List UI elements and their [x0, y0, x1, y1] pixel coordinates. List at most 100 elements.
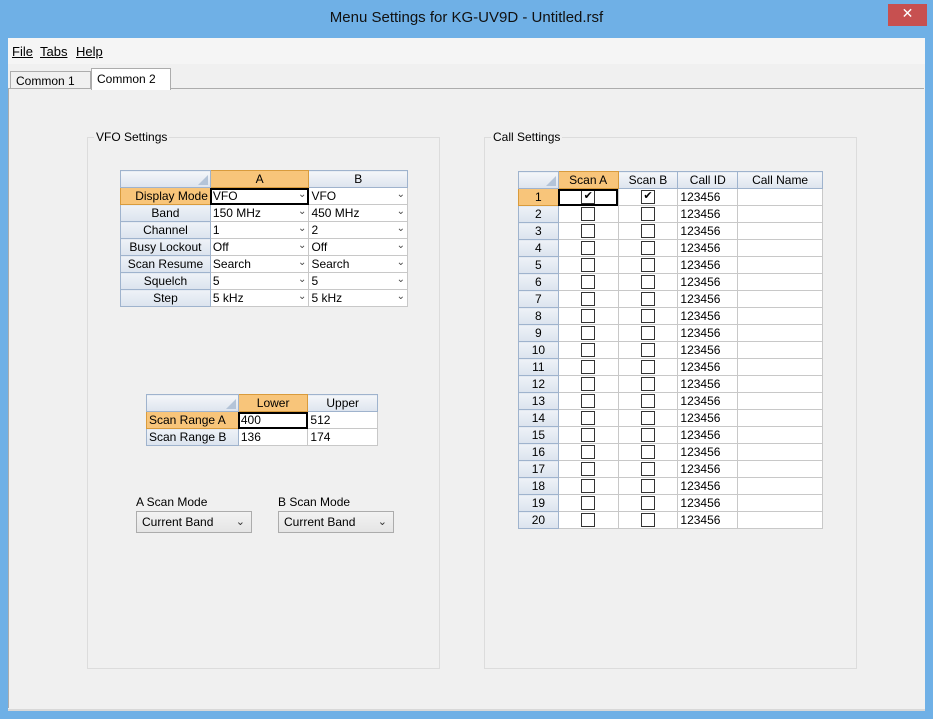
checkbox[interactable]	[581, 479, 596, 494]
call-name-cell[interactable]	[737, 222, 823, 240]
call-scan-b-cell[interactable]	[617, 443, 679, 461]
vfo-band-b[interactable]: 450 MHz ⌄	[308, 204, 408, 222]
call-col-call-name-header[interactable]: Call Name	[737, 171, 823, 189]
checkbox[interactable]	[640, 241, 655, 256]
call-scan-b-cell[interactable]: ✔	[617, 188, 679, 206]
call-name-cell[interactable]	[737, 256, 823, 274]
checkbox[interactable]	[581, 326, 596, 341]
checkbox[interactable]	[581, 513, 596, 528]
call-scan-a-cell[interactable]	[557, 375, 619, 393]
call-row-number[interactable]: 19	[518, 494, 559, 512]
vfo-channel-b[interactable]: 2 ⌄	[308, 221, 408, 239]
call-name-cell[interactable]	[737, 239, 823, 257]
scan-range-grid-corner[interactable]	[146, 394, 239, 412]
call-name-cell[interactable]	[737, 205, 823, 223]
checkbox[interactable]	[581, 309, 596, 324]
chevron-down-icon[interactable]: ⌄	[397, 274, 405, 285]
call-row-number[interactable]: 7	[518, 290, 559, 308]
checkbox[interactable]	[640, 496, 655, 511]
call-scan-a-cell[interactable]	[557, 239, 619, 257]
tab-common-2[interactable]: Common 2	[91, 68, 171, 90]
vfo-channel-a[interactable]: 1 ⌄	[209, 221, 310, 239]
call-scan-a-cell[interactable]	[557, 494, 619, 512]
call-row-number[interactable]: 1	[518, 188, 559, 206]
chevron-down-icon[interactable]: ⌄	[397, 257, 405, 268]
vfo-squelch-b[interactable]: 5 ⌄	[308, 272, 408, 290]
tab-common-1[interactable]: Common 1	[10, 71, 91, 89]
vfo-grid-corner[interactable]	[120, 170, 211, 188]
checkbox[interactable]	[640, 513, 655, 528]
call-name-cell[interactable]	[737, 426, 823, 444]
checkbox[interactable]	[581, 394, 596, 409]
checkbox[interactable]	[581, 428, 596, 443]
chevron-down-icon[interactable]: ⌄	[298, 206, 306, 217]
vfo-squelch-a[interactable]: 5 ⌄	[209, 272, 310, 290]
call-id-cell[interactable]: 123456	[677, 426, 739, 444]
call-scan-a-cell[interactable]	[557, 358, 619, 376]
call-scan-a-cell[interactable]	[557, 511, 619, 529]
vfo-scan-resume-a[interactable]: Search ⌄	[209, 255, 310, 273]
call-scan-a-cell[interactable]	[557, 392, 619, 410]
vfo-display-mode-b[interactable]: VFO ⌄	[308, 187, 408, 205]
call-scan-b-cell[interactable]	[617, 358, 679, 376]
call-name-cell[interactable]	[737, 375, 823, 393]
call-id-cell[interactable]: 123456	[677, 494, 739, 512]
checkbox[interactable]	[640, 360, 655, 375]
checkbox[interactable]	[581, 241, 596, 256]
checkbox[interactable]	[640, 207, 655, 222]
vfo-col-a-header[interactable]: A	[209, 170, 310, 188]
call-name-cell[interactable]	[737, 392, 823, 410]
call-id-cell[interactable]: 123456	[677, 460, 739, 478]
checkbox[interactable]	[640, 275, 655, 290]
call-row-number[interactable]: 6	[518, 273, 559, 291]
call-scan-a-cell[interactable]	[557, 205, 619, 223]
call-row-number[interactable]: 2	[518, 205, 559, 223]
call-name-cell[interactable]	[737, 273, 823, 291]
checkbox[interactable]: ✔	[581, 190, 596, 205]
call-scan-b-cell[interactable]	[617, 256, 679, 274]
checkbox[interactable]	[581, 496, 596, 511]
call-id-cell[interactable]: 123456	[677, 273, 739, 291]
b-scan-mode-select[interactable]: Current Band ⌄	[278, 511, 394, 533]
checkbox[interactable]	[640, 462, 655, 477]
call-id-cell[interactable]: 123456	[677, 511, 739, 529]
call-row-number[interactable]: 13	[518, 392, 559, 410]
call-scan-b-cell[interactable]	[617, 426, 679, 444]
menu-tabs[interactable]: Tabs	[40, 44, 67, 59]
call-scan-b-cell[interactable]	[617, 477, 679, 495]
scan-range-a-lower[interactable]: 400	[237, 411, 309, 429]
checkbox[interactable]	[581, 462, 596, 477]
checkbox[interactable]	[581, 343, 596, 358]
scan-range-a-upper[interactable]: 512	[307, 411, 378, 429]
vfo-busy-lockout-a[interactable]: Off ⌄	[209, 238, 310, 256]
checkbox[interactable]	[640, 258, 655, 273]
call-scan-a-cell[interactable]	[557, 324, 619, 342]
chevron-down-icon[interactable]: ⌄	[298, 223, 306, 234]
call-row-number[interactable]: 4	[518, 239, 559, 257]
call-scan-b-cell[interactable]	[617, 324, 679, 342]
call-scan-a-cell[interactable]	[557, 409, 619, 427]
checkbox[interactable]	[640, 326, 655, 341]
vfo-scan-resume-b[interactable]: Search ⌄	[308, 255, 408, 273]
call-name-cell[interactable]	[737, 443, 823, 461]
call-name-cell[interactable]	[737, 358, 823, 376]
call-name-cell[interactable]	[737, 324, 823, 342]
call-id-cell[interactable]: 123456	[677, 307, 739, 325]
checkbox[interactable]	[640, 292, 655, 307]
call-scan-a-cell[interactable]	[557, 443, 619, 461]
call-name-cell[interactable]	[737, 290, 823, 308]
vfo-step-b[interactable]: 5 kHz ⌄	[308, 289, 408, 307]
chevron-down-icon[interactable]: ⌄	[397, 240, 405, 251]
call-scan-a-cell[interactable]	[557, 256, 619, 274]
chevron-down-icon[interactable]: ⌄	[397, 206, 405, 217]
call-name-cell[interactable]	[737, 460, 823, 478]
call-grid-corner[interactable]	[518, 171, 559, 189]
call-row-number[interactable]: 14	[518, 409, 559, 427]
call-scan-b-cell[interactable]	[617, 205, 679, 223]
call-scan-b-cell[interactable]	[617, 375, 679, 393]
chevron-down-icon[interactable]: ⌄	[298, 240, 306, 251]
scan-range-lower-header[interactable]: Lower	[237, 394, 309, 412]
call-scan-a-cell[interactable]	[557, 307, 619, 325]
checkbox[interactable]	[581, 377, 596, 392]
checkbox[interactable]	[640, 394, 655, 409]
